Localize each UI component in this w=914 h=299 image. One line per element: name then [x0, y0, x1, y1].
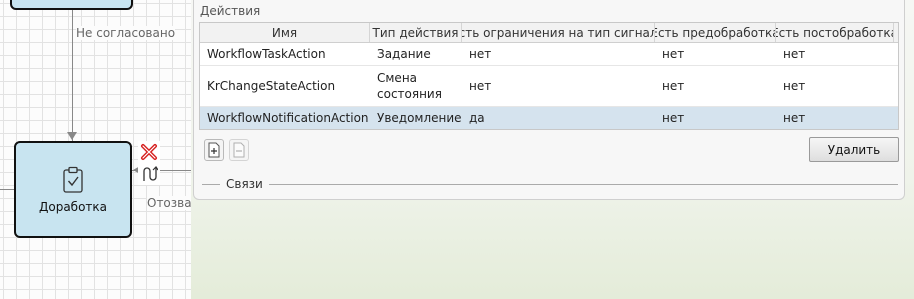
- cell-signal-restriction: да: [469, 111, 485, 125]
- divider: [202, 183, 220, 185]
- delete-button[interactable]: Удалить: [809, 137, 899, 162]
- edge-label-rejected: Не согласовано: [76, 26, 176, 40]
- reroute-link-button[interactable]: [138, 163, 160, 185]
- links-section-title: Связи: [226, 177, 263, 191]
- actions-panel: Действия Имя Тип действия Есть ограничен…: [193, 0, 905, 200]
- actions-table[interactable]: Имя Тип действия Есть ограничения на тип…: [199, 22, 899, 130]
- workflow-node-top[interactable]: [10, 0, 133, 10]
- cell-signal-restriction: нет: [469, 79, 492, 93]
- reroute-icon: [143, 166, 158, 181]
- cell-name: WorkflowTaskAction: [207, 47, 326, 61]
- actions-section-title: Действия: [200, 4, 261, 18]
- delete-link-button[interactable]: [138, 141, 160, 163]
- cell-type: Уведомление: [377, 111, 462, 125]
- arrow-down-icon: [67, 132, 77, 140]
- cell-name: KrChangeStateAction: [207, 79, 336, 93]
- workflow-canvas[interactable]: Не согласовано Доработка Отозва: [0, 0, 191, 299]
- cell-preprocessing: нет: [662, 47, 685, 61]
- cell-name: WorkflowNotificationAction: [207, 111, 369, 125]
- cell-type: Смена состояния: [377, 71, 442, 101]
- links-section: Связи: [202, 176, 898, 192]
- edge-rejected: [72, 10, 73, 141]
- column-header-type[interactable]: Тип действия: [370, 23, 462, 42]
- column-header-preprocessing[interactable]: Есть предобработка: [655, 23, 776, 42]
- cell-preprocessing: нет: [662, 79, 685, 93]
- column-header-name[interactable]: Имя: [200, 23, 370, 42]
- column-header-signal-restriction[interactable]: Есть ограничения на тип сигнала: [462, 23, 655, 42]
- table-header: Имя Тип действия Есть ограничения на тип…: [200, 23, 898, 43]
- table-row[interactable]: WorkflowTaskAction Задание нет нет нет: [200, 43, 898, 66]
- table-row-selected[interactable]: WorkflowNotificationAction Уведомление д…: [200, 107, 898, 129]
- red-x-icon: [141, 144, 157, 160]
- add-action-button[interactable]: [204, 139, 224, 161]
- cell-postprocessing: нет: [783, 47, 806, 61]
- cell-type: Задание: [377, 47, 431, 61]
- table-row[interactable]: KrChangeStateAction Смена состояния нет …: [200, 66, 898, 107]
- node-label: Доработка: [38, 199, 108, 214]
- cell-preprocessing: нет: [662, 111, 685, 125]
- divider: [268, 183, 898, 185]
- edge-label-recalled: Отозва: [147, 196, 191, 210]
- add-document-icon: [208, 142, 220, 158]
- remove-action-button[interactable]: [229, 139, 249, 161]
- remove-document-icon: [233, 142, 245, 158]
- workflow-node-rework[interactable]: Доработка: [14, 141, 132, 238]
- edge-left: [0, 189, 14, 190]
- clipboard-check-icon: [63, 166, 83, 193]
- cell-signal-restriction: нет: [469, 47, 492, 61]
- cell-postprocessing: нет: [783, 79, 806, 93]
- column-header-postprocessing[interactable]: Есть постобработка: [776, 23, 894, 42]
- cell-postprocessing: нет: [783, 111, 806, 125]
